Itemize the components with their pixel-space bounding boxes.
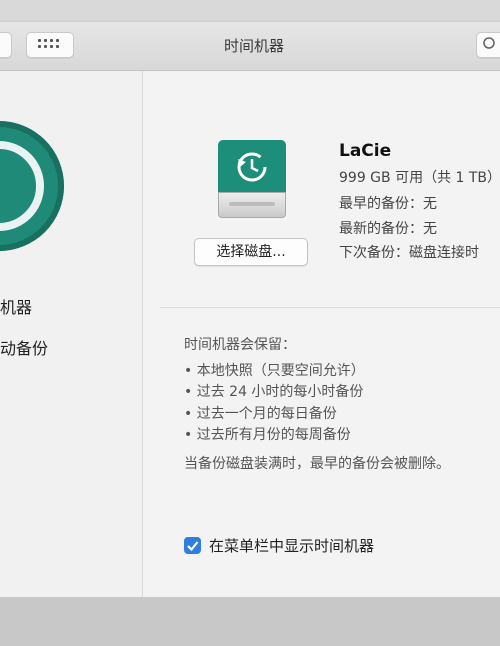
clock-arrow-icon [237,152,267,182]
sidebar-subtitle: 动备份 [0,339,49,358]
checkmark-icon [187,541,199,552]
retention-item: • 过去所有月份的每周备份 [184,427,351,443]
select-disk-button[interactable]: 选择磁盘... [194,238,308,266]
search-field[interactable] [476,32,500,58]
disk-name: LaCie [339,141,392,161]
menubar-checkbox[interactable] [184,537,201,554]
next-backup: 下次备份：磁盘连接时 [339,245,479,261]
sidebar: 机器 动备份 [0,71,143,597]
disk-icon [218,140,286,220]
retention-heading: 时间机器会保留： [184,337,296,353]
retention-item: • 本地快照（只要空间允许） [184,363,365,379]
retention-item: • 过去 24 小时的每小时备份 [184,384,364,400]
time-machine-window: 时间机器 机器 动备份 [0,22,500,597]
background-bottom [0,597,500,646]
window-title: 时间机器 [223,37,284,55]
retention-item: • 过去一个月的每日备份 [184,406,337,422]
oldest-backup: 最早的备份：无 [339,196,437,212]
menubar-checkbox-label[interactable]: 在菜单栏中显示时间机器 [209,535,374,556]
latest-backup: 最新的备份：无 [339,221,437,237]
time-machine-icon [0,121,64,251]
retention-note: 当备份磁盘装满时，最早的备份会被删除。 [184,456,450,472]
disk-capacity: 999 GB 可用（共 1 TB） [339,170,500,186]
sidebar-title: 机器 [0,298,33,317]
separator [160,307,500,308]
titlebar: 时间机器 [0,22,500,71]
search-icon [483,37,495,49]
